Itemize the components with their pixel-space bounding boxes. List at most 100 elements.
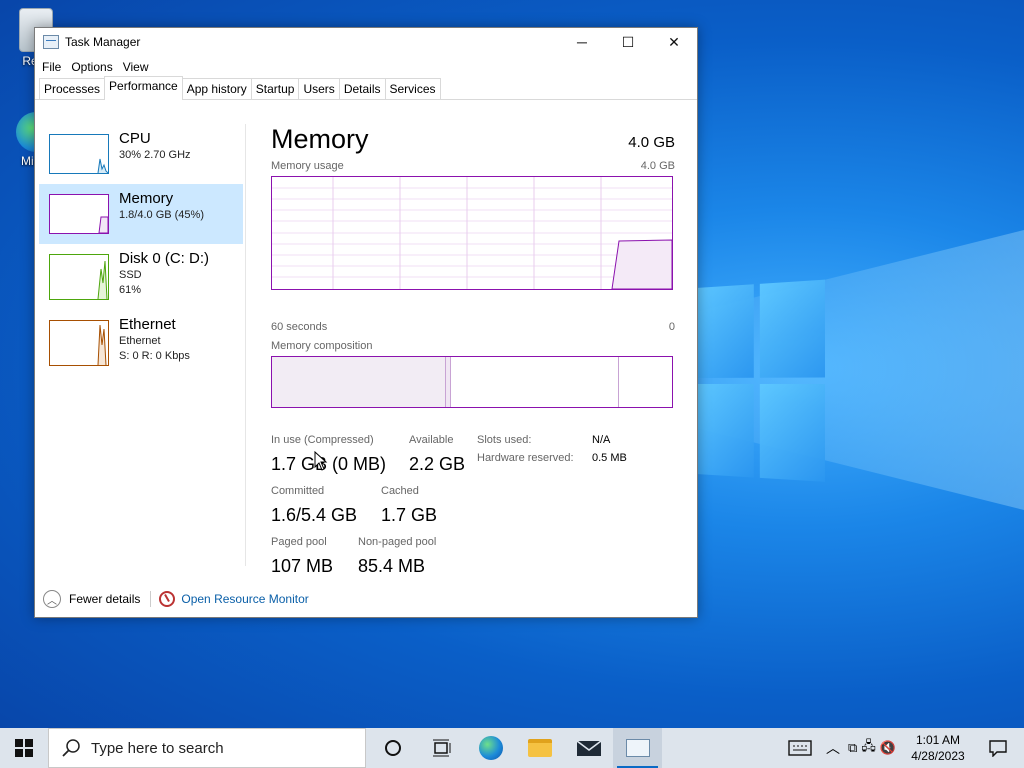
task-view-button[interactable] [417,728,466,768]
mouse-cursor-icon [314,451,328,471]
sidebar-item-detail: 30% 2.70 GHz [119,148,191,163]
search-placeholder: Type here to search [91,740,224,757]
sidebar-item-title: CPU [119,130,191,148]
menu-file[interactable]: File [41,60,67,74]
tab-processes[interactable]: Processes [39,78,105,99]
committed-label: Committed [271,485,324,497]
taskbar-search-box[interactable]: Type here to search [48,728,366,768]
title-bar[interactable]: Task Manager ─ ☐ ✕ [35,28,697,56]
paged-pool-value: 107 MB [271,556,333,577]
sidebar-divider [245,124,246,566]
usage-label: Memory usage [271,160,344,172]
menu-bar: File Options View [35,56,697,78]
tab-startup[interactable]: Startup [251,78,300,99]
sidebar-item-cpu[interactable]: CPU 30% 2.70 GHz [39,124,243,184]
task-manager-window: Task Manager ─ ☐ ✕ File Options View Pro… [34,27,698,618]
meet-now-icon[interactable]: ⧉ [848,740,857,756]
window-title: Task Manager [65,35,140,49]
chevron-up-icon[interactable]: ︿ [826,738,840,758]
sidebar-item-detail: 61% [119,283,209,298]
edge-icon [479,736,503,760]
cortana-button[interactable] [368,728,417,768]
composition-label: Memory composition [271,340,372,352]
hardware-reserved-label: Hardware reserved: [477,452,574,464]
keyboard-icon[interactable] [788,740,812,756]
taskbar-task-manager[interactable] [613,728,662,768]
paged-pool-label: Paged pool [271,536,327,548]
memory-usage-graph [271,176,673,290]
menu-options[interactable]: Options [70,60,118,74]
hardware-reserved-value: 0.5 MB [592,452,627,464]
search-icon [61,738,81,758]
sidebar-item-detail: S: 0 R: 0 Kbps [119,349,190,364]
taskbar-file-explorer[interactable] [515,728,564,768]
chevron-up-icon[interactable]: ︿ [43,590,61,608]
available-label: Available [409,434,453,446]
start-button[interactable] [0,728,48,768]
ethernet-thumbnail-graph [49,320,109,366]
clock-date: 4/28/2023 [902,748,974,764]
open-resource-monitor-link[interactable]: Open Resource Monitor [181,592,308,606]
cpu-thumbnail-graph [49,134,109,174]
cortana-circle-icon [384,739,402,757]
in-use-label: In use (Compressed) [271,434,374,446]
tab-strip: Processes Performance App history Startu… [35,78,697,100]
memory-thumbnail-graph [49,194,109,234]
windows-start-icon [15,739,33,757]
sidebar-item-detail: 1.8/4.0 GB (45%) [119,208,204,223]
available-value: 2.2 GB [409,454,465,475]
cached-value: 1.7 GB [381,505,437,526]
task-manager-icon [626,739,650,757]
time-axis-start: 60 seconds [271,321,327,333]
minimize-button[interactable]: ─ [559,28,605,56]
committed-value: 1.6/5.4 GB [271,505,357,526]
resource-monitor-icon [159,591,175,607]
maximize-button[interactable]: ☐ [605,28,651,56]
sidebar-item-detail: Ethernet [119,334,190,349]
panel-total: 4.0 GB [628,134,675,151]
sidebar-item-title: Disk 0 (C: D:) [119,250,209,268]
tab-performance[interactable]: Performance [104,76,183,100]
slots-used-label: Slots used: [477,434,531,446]
in-use-value: 1.7 GB (0 MB) [271,454,386,475]
notification-icon[interactable] [988,739,1008,757]
mail-icon [577,739,601,757]
footer: ︿ Fewer details Open Resource Monitor [35,580,697,618]
taskbar-mail[interactable] [564,728,613,768]
slots-used-value: N/A [592,434,610,446]
memory-panel: Memory 4.0 GB Memory usage 4.0 GB 60 sec… [271,124,675,155]
footer-separator [150,591,151,607]
folder-icon [528,739,552,757]
resource-sidebar: CPU 30% 2.70 GHz Memory 1.8/4.0 GB (45%)… [39,124,243,376]
sidebar-item-disk[interactable]: Disk 0 (C: D:) SSD 61% [39,244,243,304]
taskbar-edge[interactable] [466,728,515,768]
cached-label: Cached [381,485,419,497]
tab-details[interactable]: Details [339,78,386,99]
sidebar-item-ethernet[interactable]: Ethernet Ethernet S: 0 R: 0 Kbps [39,310,243,376]
memory-composition-bar [271,356,673,408]
tab-services[interactable]: Services [385,78,441,99]
menu-view[interactable]: View [122,60,155,74]
sidebar-item-title: Memory [119,190,204,208]
tab-users[interactable]: Users [298,78,339,99]
non-paged-pool-label: Non-paged pool [358,536,436,548]
time-axis-end: 0 [669,321,675,333]
taskbar: Type here to search ︿ ⧉ 🖧 🔇 1:01 AM 4/28… [0,728,1024,768]
clock[interactable]: 1:01 AM 4/28/2023 [902,732,974,764]
task-manager-icon [43,35,59,49]
sidebar-item-title: Ethernet [119,316,190,334]
windows-logo-wallpaper [696,280,825,489]
fewer-details-link[interactable]: Fewer details [69,592,140,606]
panel-title: Memory [271,124,675,155]
sidebar-item-memory[interactable]: Memory 1.8/4.0 GB (45%) [39,184,243,244]
usage-max-label: 4.0 GB [641,160,675,172]
close-button[interactable]: ✕ [651,28,697,56]
network-icon[interactable]: 🖧 [861,737,876,759]
system-tray: ︿ ⧉ 🖧 🔇 1:01 AM 4/28/2023 [788,728,1024,768]
volume-muted-icon[interactable]: 🔇 [880,740,896,756]
task-view-icon [432,739,452,757]
tab-app-history[interactable]: App history [182,78,252,99]
disk-thumbnail-graph [49,254,109,300]
sidebar-item-detail: SSD [119,268,209,283]
non-paged-pool-value: 85.4 MB [358,556,425,577]
